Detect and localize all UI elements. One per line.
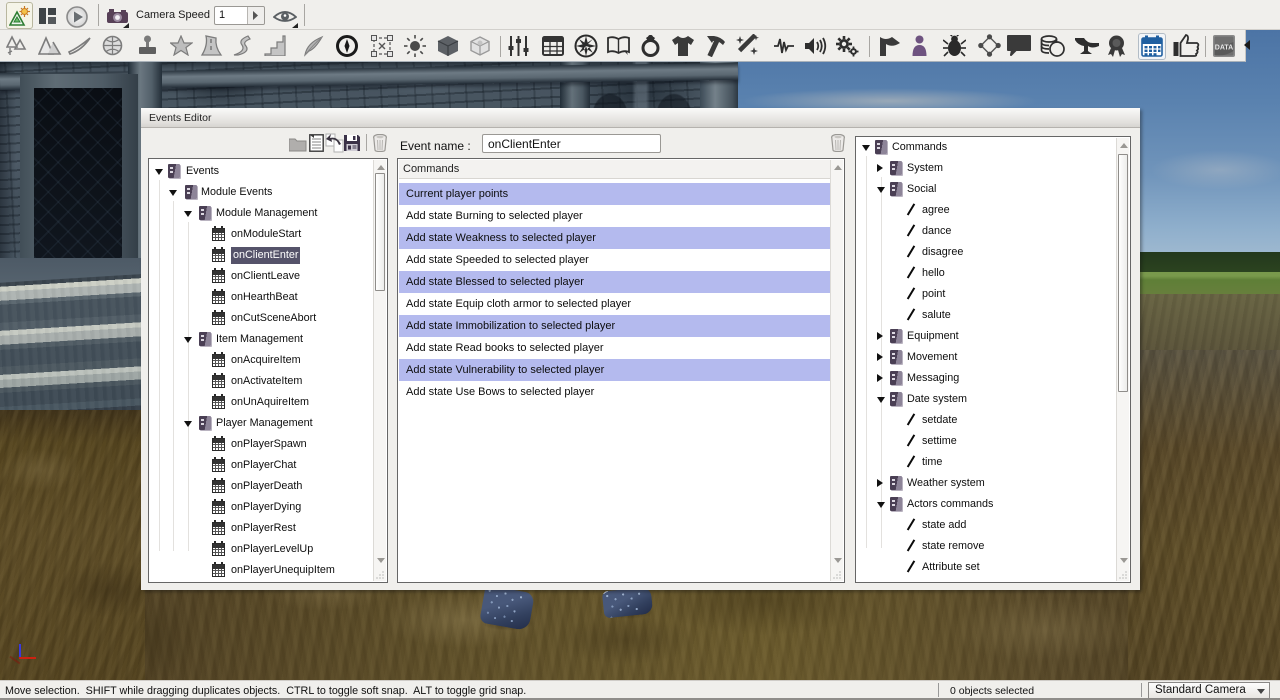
svg-text:DATA: DATA <box>1215 45 1233 52</box>
